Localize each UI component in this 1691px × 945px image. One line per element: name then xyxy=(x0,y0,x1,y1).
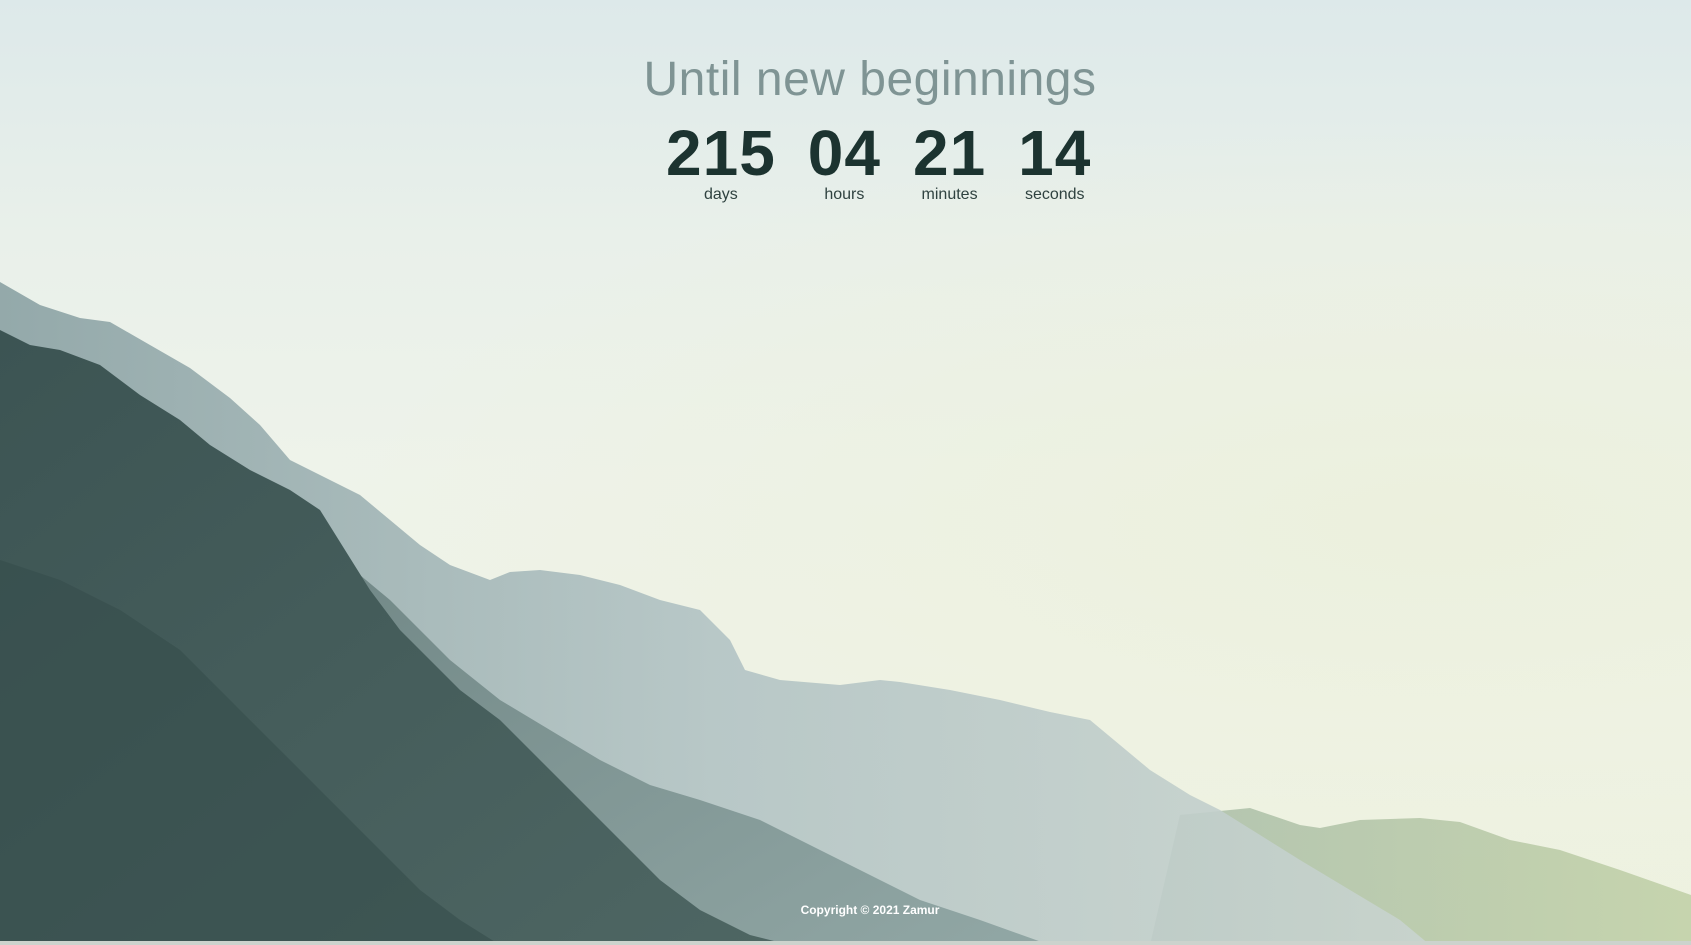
days-label: days xyxy=(703,186,738,203)
countdown-days: 215 days xyxy=(666,118,776,204)
coming-soon-page: Until new beginnings 215 days 04 hours 2… xyxy=(0,0,1691,945)
hours-label: hours xyxy=(824,186,865,203)
copyright-footer: Copyright © 2021 Zamur xyxy=(800,903,940,917)
minutes-label: minutes xyxy=(921,186,978,203)
countdown-hours: 04 hours xyxy=(808,118,881,204)
minutes-value: 21 xyxy=(912,117,987,189)
countdown-seconds: 14 seconds xyxy=(1018,118,1091,204)
days-value: 215 xyxy=(666,117,776,189)
seconds-label: seconds xyxy=(1024,186,1085,203)
countdown-minutes: 21 minutes xyxy=(913,118,986,204)
bottom-divider xyxy=(0,941,1691,945)
seconds-value: 14 xyxy=(1018,117,1092,189)
countdown-headline: Until new beginnings xyxy=(643,53,1097,106)
countdown-timer: 215 days 04 hours 21 minutes 14 seconds xyxy=(650,118,1107,204)
hours-value: 04 xyxy=(807,117,881,189)
